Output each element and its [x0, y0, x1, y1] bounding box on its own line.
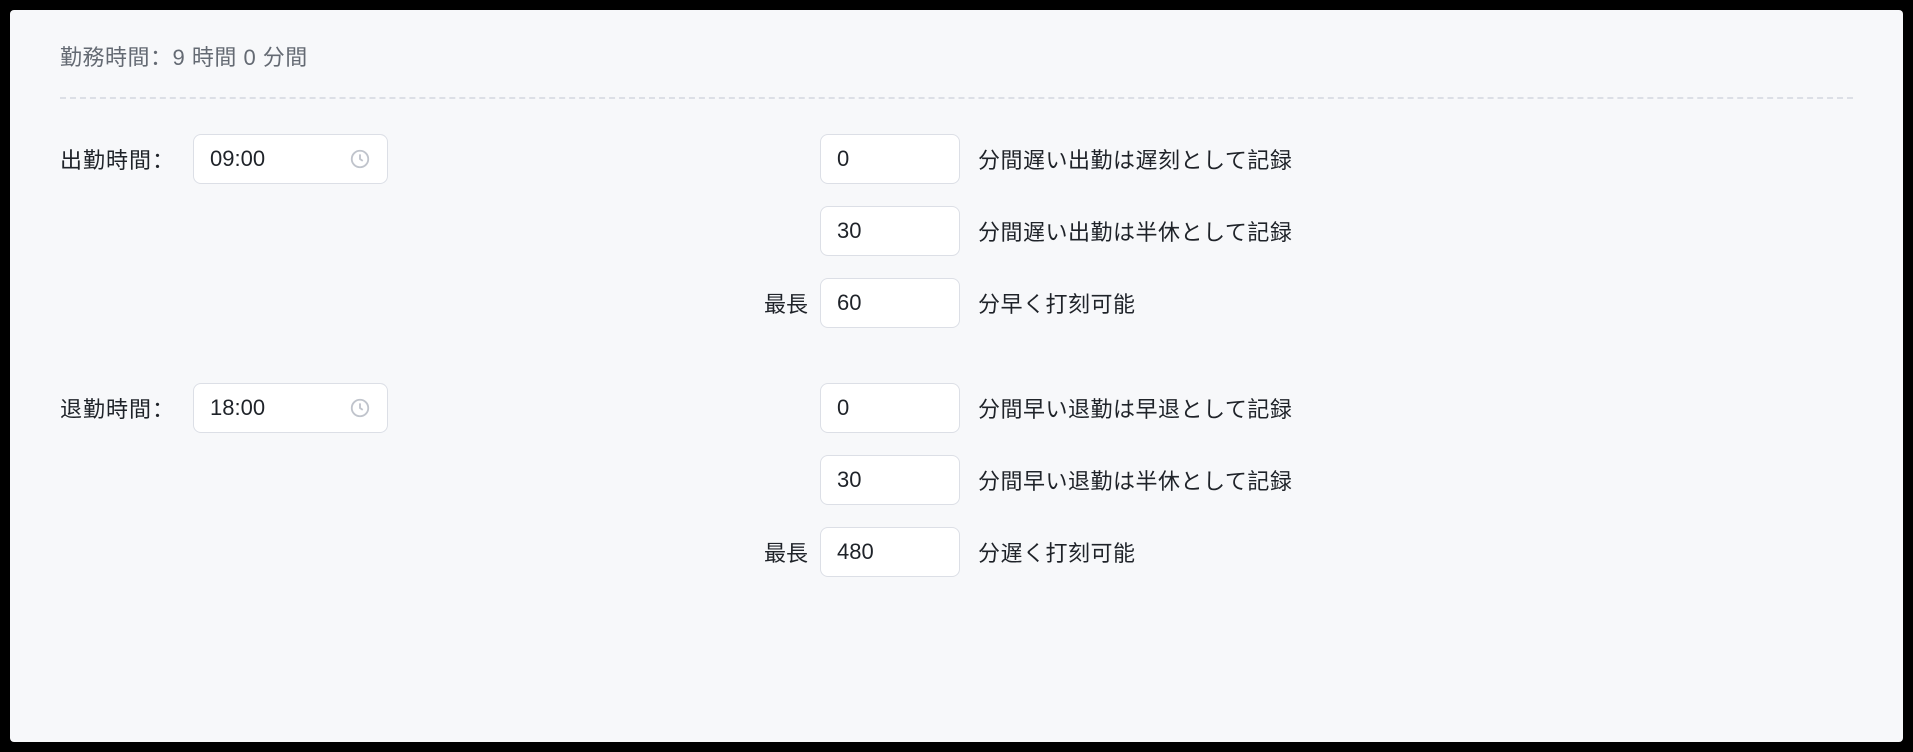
early-clockin-value: 60: [837, 290, 861, 316]
early-leave-suffix: 分間早い退勤は早退として記録: [978, 392, 1292, 424]
half-early-row: 30 分間早い退勤は半休として記録: [760, 455, 1292, 505]
late-clockout-prefix: 最長: [760, 536, 820, 568]
late-threshold-row: 0 分間遅い出勤は遅刻として記録: [760, 134, 1292, 184]
clock-icon: [349, 148, 371, 170]
clock-icon: [349, 397, 371, 419]
late-clockout-row: 最長 480 分遅く打刻可能: [760, 527, 1292, 577]
half-late-value: 30: [837, 218, 861, 244]
early-leave-row: 0 分間早い退勤は早退として記録: [760, 383, 1292, 433]
early-clockin-suffix: 分早く打刻可能: [978, 287, 1136, 319]
divider: [60, 97, 1853, 99]
off-duty-time-input[interactable]: 18:00: [193, 383, 388, 433]
on-duty-rules: 0 分間遅い出勤は遅刻として記録 30 分間遅い出勤は半休として記録 最長 60…: [760, 134, 1292, 328]
on-duty-label: 出勤時間：: [60, 143, 175, 175]
work-hours-summary: 勤務時間：9 時間 0 分間: [60, 40, 1853, 72]
late-clockout-value: 480: [837, 539, 874, 565]
late-threshold-value: 0: [837, 146, 849, 172]
late-clockout-input[interactable]: 480: [820, 527, 960, 577]
off-duty-label: 退勤時間：: [60, 392, 175, 424]
early-leave-value: 0: [837, 395, 849, 421]
half-early-value: 30: [837, 467, 861, 493]
early-clockin-row: 最長 60 分早く打刻可能: [760, 278, 1292, 328]
early-leave-input[interactable]: 0: [820, 383, 960, 433]
early-clockin-input[interactable]: 60: [820, 278, 960, 328]
late-clockout-suffix: 分遅く打刻可能: [978, 536, 1136, 568]
half-late-row: 30 分間遅い出勤は半休として記録: [760, 206, 1292, 256]
off-duty-left: 退勤時間： 18:00: [60, 383, 760, 433]
on-duty-left: 出勤時間： 09:00: [60, 134, 760, 184]
late-threshold-suffix: 分間遅い出勤は遅刻として記録: [978, 143, 1292, 175]
early-clockin-prefix: 最長: [760, 287, 820, 319]
on-duty-section: 出勤時間： 09:00 0 分間遅い出勤は遅刻として記録 30: [60, 134, 1853, 328]
on-duty-time-value: 09:00: [210, 146, 349, 172]
half-late-suffix: 分間遅い出勤は半休として記録: [978, 215, 1292, 247]
half-late-input[interactable]: 30: [820, 206, 960, 256]
half-early-suffix: 分間早い退勤は半休として記録: [978, 464, 1292, 496]
half-early-input[interactable]: 30: [820, 455, 960, 505]
workhours-panel: 勤務時間：9 時間 0 分間 出勤時間： 09:00 0 分間遅い出勤は遅刻とし…: [10, 10, 1903, 742]
off-duty-section: 退勤時間： 18:00 0 分間早い退勤は早退として記録 30: [60, 383, 1853, 577]
on-duty-time-input[interactable]: 09:00: [193, 134, 388, 184]
off-duty-time-value: 18:00: [210, 395, 349, 421]
off-duty-rules: 0 分間早い退勤は早退として記録 30 分間早い退勤は半休として記録 最長 48…: [760, 383, 1292, 577]
late-threshold-input[interactable]: 0: [820, 134, 960, 184]
